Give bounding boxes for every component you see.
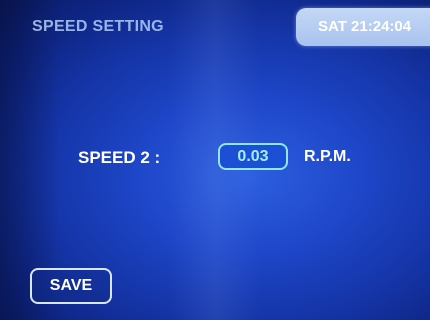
speed-label: SPEED 2 : bbox=[78, 148, 161, 167]
speed-unit-label: R.P.M. bbox=[304, 148, 351, 165]
page-title: SPEED SETTING bbox=[32, 18, 164, 35]
speed-setting-screen: SPEED SETTING SAT 21:24:04 SPEED 2 : 0.0… bbox=[0, 0, 430, 320]
speed-value-field[interactable]: 0.03 bbox=[218, 143, 288, 170]
save-button[interactable]: SAVE bbox=[30, 268, 112, 304]
datetime-display: SAT 21:24:04 bbox=[318, 18, 412, 35]
